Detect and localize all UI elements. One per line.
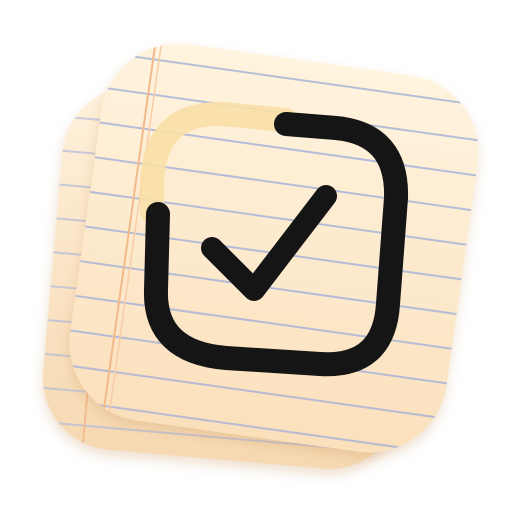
checklist-notepad-icon — [36, 33, 489, 469]
app-icon — [0, 0, 512, 512]
